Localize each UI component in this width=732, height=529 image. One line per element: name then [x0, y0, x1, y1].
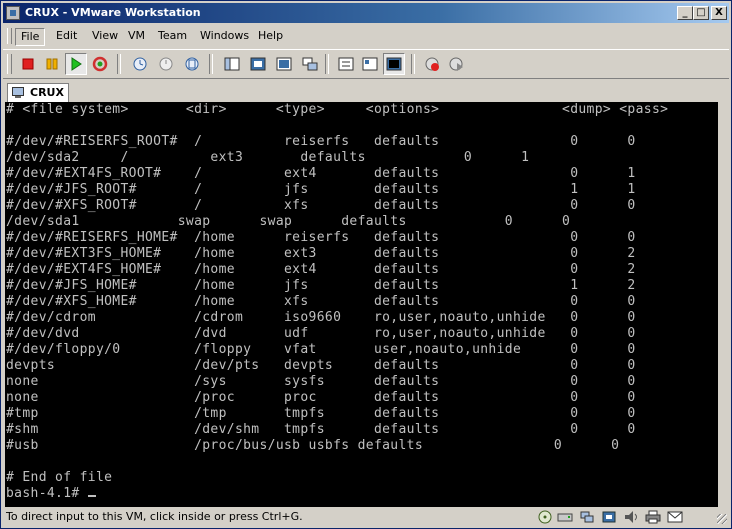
menu-vm[interactable]: VM — [123, 28, 150, 44]
usb-device-icon[interactable] — [601, 510, 617, 524]
console-line: #/dev/#JFS_ROOT# / jfs defaults 1 1 — [6, 182, 636, 197]
menu-bar: File Edit View VM Team Windows Help — [3, 25, 729, 47]
shell-prompt: bash-4.1# — [6, 486, 88, 501]
menu-edit[interactable]: Edit — [51, 28, 82, 44]
reset-icon[interactable] — [89, 53, 111, 75]
console-output: # <file system> <dir> <type> <options> <… — [5, 102, 718, 502]
suspend-icon[interactable] — [41, 53, 63, 75]
console-line: #/dev/#EXT3FS_HOME# /home ext3 defaults … — [6, 246, 636, 261]
console-line: #/dev/#EXT4FS_HOME# /home ext4 defaults … — [6, 262, 636, 277]
vm-tab-icon — [12, 87, 24, 98]
vmware-app-icon — [6, 6, 20, 20]
menu-windows[interactable]: Windows — [195, 28, 254, 44]
console-line: #/dev/#REISERFS_ROOT# / reiserfs default… — [6, 134, 636, 149]
tab-bar: CRUX — [3, 81, 729, 102]
vm-console[interactable]: # <file system> <dir> <type> <options> <… — [5, 102, 718, 507]
tab-crux[interactable]: CRUX — [7, 83, 69, 102]
title-bar[interactable]: CRUX - VMware Workstation _ □ X — [3, 3, 729, 23]
console-line: #/dev/#XFS_ROOT# / xfs defaults 0 0 — [6, 198, 636, 213]
console-line: /dev/sda2 / ext3 defaults 0 1 — [6, 150, 530, 165]
network-adapter-icon[interactable] — [579, 510, 595, 524]
menu-view[interactable]: View — [87, 28, 123, 44]
close-button[interactable]: X — [711, 6, 727, 20]
minimize-button[interactable]: _ — [677, 6, 693, 20]
console-line: #/dev/#JFS_HOME# /home jfs defaults 1 2 — [6, 278, 636, 293]
revert-snapshot-icon[interactable] — [155, 53, 177, 75]
unity-icon[interactable] — [299, 53, 321, 75]
console-line: none /sys sysfs defaults 0 0 — [6, 374, 636, 389]
console-line: /dev/sda1 swap swap defaults 0 0 — [6, 214, 571, 229]
console-line: # <file system> <dir> <type> <options> <… — [6, 102, 669, 117]
power-off-icon[interactable] — [17, 53, 39, 75]
maximize-button[interactable]: □ — [693, 6, 709, 20]
hard-disk-icon[interactable] — [557, 510, 573, 524]
console-line: #/dev/#EXT4FS_ROOT# / ext4 defaults 0 1 — [6, 166, 636, 181]
snapshot-manager-icon[interactable] — [181, 53, 203, 75]
console-line: none /proc proc defaults 0 0 — [6, 390, 636, 405]
console-view-icon[interactable] — [383, 53, 405, 75]
quick-switch-icon[interactable] — [273, 53, 295, 75]
console-line: #/dev/cdrom /cdrom iso9660 ro,user,noaut… — [6, 310, 636, 325]
sound-icon[interactable] — [623, 510, 639, 524]
menu-team[interactable]: Team — [153, 28, 192, 44]
console-line: #usb /proc/bus/usb usbfs defaults 0 0 — [6, 438, 620, 453]
message-icon[interactable] — [667, 510, 683, 524]
vmware-window: CRUX - VMware Workstation _ □ X File Edi… — [0, 0, 732, 529]
console-line: #/dev/#REISERFS_HOME# /home reiserfs def… — [6, 230, 636, 245]
cd-drive-icon[interactable] — [537, 510, 553, 524]
console-line: devpts /dev/pts devpts defaults 0 0 — [6, 358, 636, 373]
console-line: #tmp /tmp tmpfs defaults 0 0 — [6, 406, 636, 421]
toolbar-separator — [325, 54, 329, 74]
resize-grip[interactable] — [717, 514, 727, 524]
status-message: To direct input to this VM, click inside… — [6, 510, 303, 523]
show-sidebar-icon[interactable] — [221, 53, 243, 75]
snapshot-icon[interactable] — [129, 53, 151, 75]
toolbar-separator — [209, 54, 213, 74]
printer-icon[interactable] — [645, 510, 661, 524]
console-line: #shm /dev/shm tmpfs defaults 0 0 — [6, 422, 636, 437]
toolbar-separator — [411, 54, 415, 74]
summary-view-icon[interactable] — [335, 53, 357, 75]
console-line: # End of file — [6, 470, 113, 485]
toolbar-grip[interactable] — [7, 54, 12, 74]
full-screen-icon[interactable] — [247, 53, 269, 75]
toolbar-separator — [117, 54, 121, 74]
power-on-icon[interactable] — [65, 53, 87, 75]
window-title: CRUX - VMware Workstation — [25, 6, 201, 19]
text-cursor — [87, 495, 96, 497]
console-line: #/dev/#XFS_HOME# /home xfs defaults 0 0 — [6, 294, 636, 309]
status-bar: To direct input to this VM, click inside… — [3, 508, 729, 526]
menu-grip[interactable] — [7, 28, 12, 44]
menu-help[interactable]: Help — [253, 28, 288, 44]
toolbar — [3, 49, 729, 79]
replay-icon[interactable] — [445, 53, 467, 75]
appliance-view-icon[interactable] — [359, 53, 381, 75]
menu-file[interactable]: File — [15, 28, 46, 46]
record-icon[interactable] — [421, 53, 443, 75]
console-line: #/dev/floppy/0 /floppy vfat user,noauto,… — [6, 342, 636, 357]
tab-label: CRUX — [30, 86, 64, 99]
console-line: #/dev/dvd /dvd udf ro,user,noauto,unhide… — [6, 326, 636, 341]
